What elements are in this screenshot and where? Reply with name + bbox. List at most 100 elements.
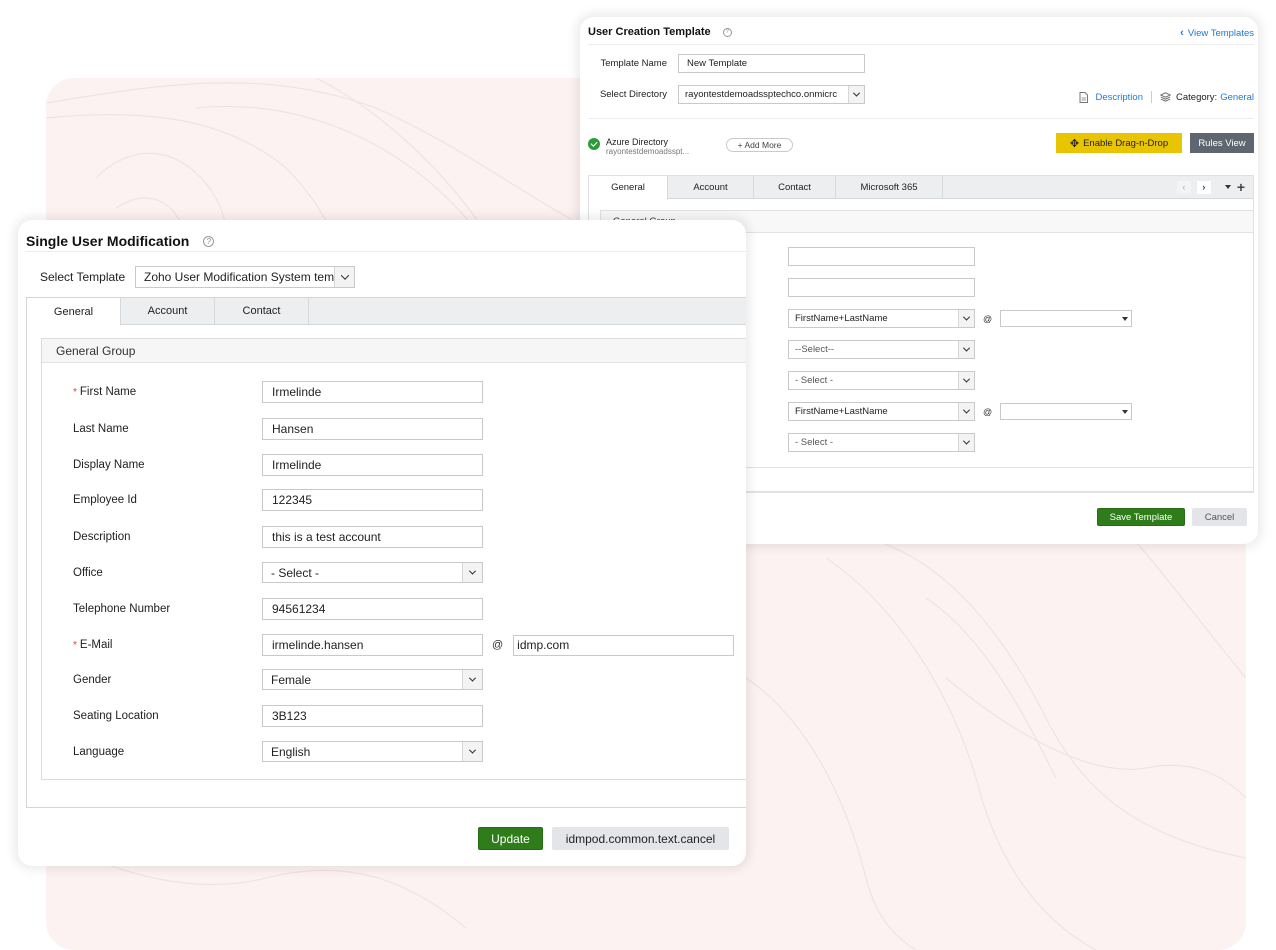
cancel-button[interactable]: Cancel [1192,508,1247,526]
save-template-button[interactable]: Save Template [1097,508,1185,526]
tab-account[interactable]: Account [668,176,754,198]
email-domain-dropdown[interactable] [1000,403,1133,420]
update-button[interactable]: Update [478,827,543,850]
tab-contact[interactable]: Contact [215,298,309,324]
select-template-value: Zoho User Modification System temp [144,270,334,284]
move-icon: ✥ [1069,137,1080,150]
select-directory-dropdown[interactable]: rayontestdemoadssptechco.onmicrc [678,85,865,104]
chevron-down-icon[interactable] [958,372,974,389]
at-sign: @ [983,406,993,417]
template-name-label: Template Name [600,58,667,69]
required-asterisk: * [73,387,77,398]
logon-name-dropdown[interactable]: FirstName+LastName [788,309,975,328]
field-label: Gender [73,673,112,686]
select-value: FirstName+LastName [795,406,888,417]
select-value: FirstName+LastName [795,313,888,324]
at-sign: @ [492,639,504,651]
tab-general[interactable]: General [589,176,668,200]
help-icon[interactable]: ? [722,27,732,37]
select-directory-value: rayontestdemoadssptechco.onmicrc [685,89,838,100]
chevron-down-icon[interactable] [334,267,354,287]
select-value [1001,311,1118,326]
email-domain-input[interactable]: idmp.com [513,634,735,656]
chevron-down-icon[interactable] [958,434,974,451]
chevron-down-icon[interactable] [462,563,482,582]
tab-account[interactable]: Account [121,298,215,324]
divider [588,44,1254,45]
tab-menu-caret-icon[interactable] [1224,185,1231,189]
field-label: Language [73,745,125,758]
help-icon[interactable]: ? [203,235,215,247]
required-asterisk: * [73,640,77,651]
description-link[interactable]: Description [1095,92,1143,103]
divider [26,251,746,252]
add-tab-icon[interactable]: + [1237,180,1245,194]
select-directory-label: Select Directory [599,89,667,100]
tab-contact[interactable]: Contact [754,176,836,198]
display-name-input[interactable]: Irmelinde [262,454,483,476]
display-name-dropdown[interactable]: --Select-- [788,340,975,359]
telephone-number-input[interactable]: 94561234 [262,598,483,620]
field-row-seating-location: Seating Location 3B123 [73,705,483,727]
template-name-input[interactable]: New Template [678,54,865,73]
logon-domain-dropdown[interactable] [1000,310,1133,327]
tab-microsoft-365[interactable]: Microsoft 365 [836,176,943,198]
chevron-down-icon[interactable] [958,310,974,327]
field-label: Last Name [73,423,129,435]
field-row-office: Office - Select - [73,562,483,583]
e-mail-input[interactable]: irmelinde.hansen [262,634,483,656]
chevron-down-icon[interactable] [958,341,974,358]
check-circle-icon [588,138,600,150]
scroll-tabs-left-icon[interactable]: ‹ [1176,180,1191,194]
rules-view-button[interactable]: Rules View [1190,133,1254,153]
template-meta: Description Category: General [1079,91,1254,103]
select-value [1001,404,1118,419]
caret-down-icon[interactable] [1118,404,1132,419]
field-label: Employee Id [73,494,137,506]
scroll-tabs-right-icon[interactable]: › [1196,180,1211,194]
first-name-input[interactable] [788,247,975,266]
select-value: - Select - [795,375,834,386]
chevron-down-icon[interactable] [462,742,482,761]
cancel-button[interactable]: idmpod.common.text.cancel [552,827,729,850]
language-dropdown[interactable]: - Select - [788,433,975,452]
select-template-dropdown[interactable]: Zoho User Modification System temp [135,266,355,288]
modification-form-container: General Account Contact General Group [26,297,746,808]
document-icon [1079,91,1089,103]
caret-down-icon[interactable] [1118,311,1132,326]
chevron-down-icon[interactable] [848,86,864,103]
field-row-description: Description this is a test account [73,526,483,548]
enable-drag-drop-button[interactable]: ✥ Enable Drag-n-Drop [1056,133,1182,153]
select-value: --Select-- [795,344,835,355]
field-row-e-mail: * E-Mail irmelinde.hansen @ idmp.com [73,634,735,656]
first-name-input[interactable]: Irmelinde [262,381,483,403]
field-row-last-name: Last Name Hansen [73,418,483,440]
select-template-label: Select Template [40,270,126,284]
at-sign: @ [983,313,993,324]
chevron-down-icon[interactable] [462,670,482,689]
employee-id-input[interactable]: 122345 [262,489,483,511]
field-row-gender: Gender Female [73,669,483,690]
office-dropdown[interactable]: - Select - [262,562,483,583]
tab-general[interactable]: General [27,298,121,326]
view-templates-link[interactable]: ‹ View Templates [1180,27,1254,39]
field-label: Telephone Number [73,603,171,615]
field-row-language: Language English [73,741,483,762]
email-dropdown[interactable]: FirstName+LastName [788,402,975,421]
directory-item[interactable]: Azure Directory rayontestdemoadsspt... [588,137,689,157]
seating-location-input[interactable]: 3B123 [262,705,483,727]
language-dropdown[interactable]: English [262,741,483,762]
select-directory-row: Select Directory rayontestdemoadssptechc… [580,85,865,104]
divider [1151,91,1152,103]
description-input[interactable]: this is a test account [262,526,483,548]
modification-actions: Update idmpod.common.text.cancel [478,827,729,850]
chevron-down-icon[interactable] [958,403,974,420]
category-value-link[interactable]: General [1220,92,1254,103]
add-more-button[interactable]: + Add More [726,138,793,152]
divider [588,118,1254,119]
office-dropdown[interactable]: - Select - [788,371,975,390]
field-label: Seating Location [73,710,159,722]
last-name-input[interactable]: Hansen [262,418,483,440]
gender-dropdown[interactable]: Female [262,669,483,690]
last-name-input[interactable] [788,278,975,297]
